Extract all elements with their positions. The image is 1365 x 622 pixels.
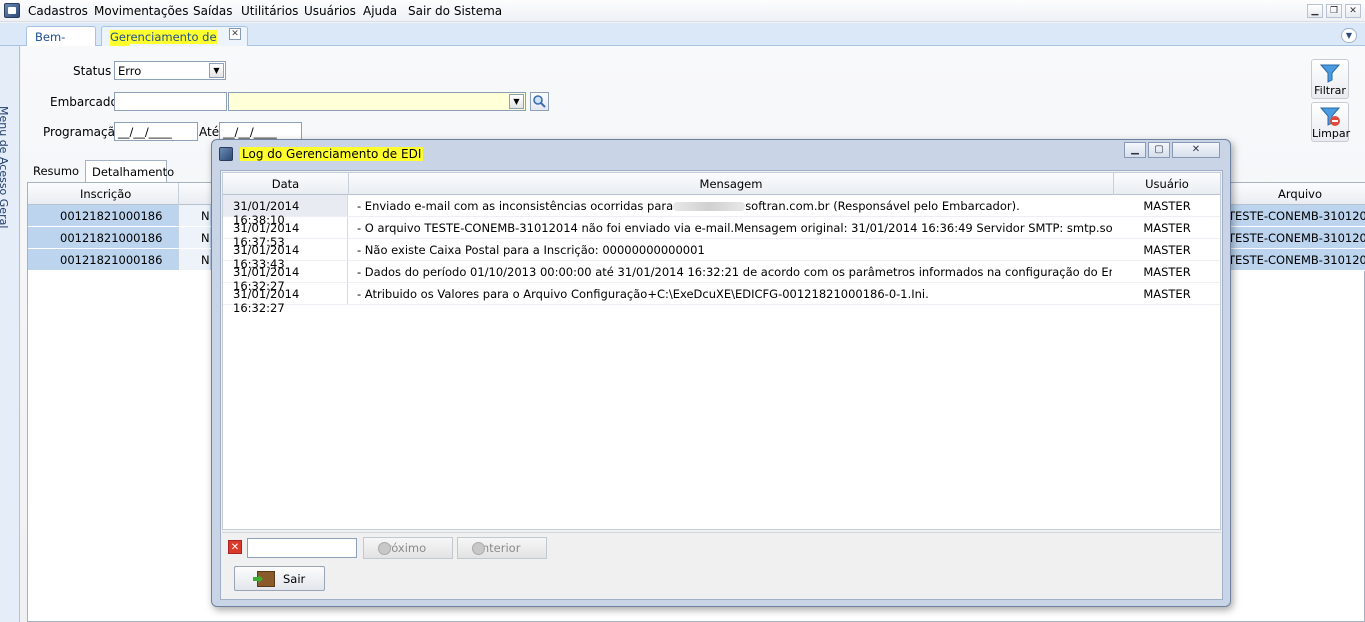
minimize-icon[interactable]: ▁ — [1307, 4, 1323, 18]
cell-inscricao: 00121821000186 — [60, 209, 163, 223]
schedule-label: Programação — [43, 125, 123, 139]
dialog-minimize-icon[interactable]: ▁ — [1124, 142, 1146, 158]
filter-button[interactable]: Filtrar — [1311, 59, 1349, 99]
clear-button-label: Limpar — [1312, 127, 1351, 140]
menu-movimentacoes[interactable]: Movimentações — [94, 4, 188, 18]
cell-inscricao: 00121821000186 — [60, 253, 163, 267]
log-header-usuario[interactable]: Usuário — [1114, 177, 1220, 191]
log-header-data[interactable]: Data — [223, 177, 348, 191]
log-row[interactable]: 31/01/2014 16:37:53 - O arquivo TESTE-CO… — [223, 217, 1220, 249]
log-cell-data: 31/01/2014 16:33:43 — [223, 239, 348, 271]
log-dialog: Log do Gerenciamento de EDI ▁ ▢ ✕ Data M… — [211, 139, 1231, 607]
log-cell-usuario: MASTER — [1143, 243, 1191, 257]
log-cell-mensagem: - Enviado e-mail com as inconsistências … — [357, 199, 1020, 213]
dialog-title: Log do Gerenciamento de EDI — [240, 147, 424, 161]
log-cell-mensagem: - Dados do período 01/10/2013 00:00:00 a… — [357, 265, 1112, 279]
cell-arquivo: TESTE-CONEMB-31012014.t — [1228, 209, 1365, 223]
search-nav-bar: ✕ Próximo Anterior — [222, 532, 1221, 560]
log-header-mensagem[interactable]: Mensagem — [349, 177, 1113, 191]
log-cell-data: 31/01/2014 16:32:27 — [223, 261, 348, 293]
side-menu-panel[interactable]: Menu de Acesso Geral — [0, 46, 20, 622]
log-grid: Data Mensagem Usuário 31/01/2014 16:38:1… — [222, 172, 1221, 530]
tab-bem-vindo[interactable]: Bem-vindo — [26, 26, 96, 58]
dialog-close-icon[interactable]: ✕ — [1172, 142, 1220, 158]
menu-bar: Cadastros Movimentações Saídas Utilitári… — [0, 0, 1365, 22]
menu-sair-do-sistema[interactable]: Sair do Sistema — [408, 4, 502, 18]
tab-strip: Bem-vindo Gerenciamento de EDI — [0, 23, 1365, 58]
exit-door-icon — [257, 571, 275, 587]
log-row[interactable]: 31/01/2014 16:33:43 - Não existe Caixa P… — [223, 239, 1220, 271]
log-cell-usuario: MASTER — [1143, 265, 1191, 279]
exit-button-label: Sair — [283, 572, 306, 586]
cell-col2: NO — [178, 205, 210, 226]
tab-gerenciamento-edi[interactable]: Gerenciamento de EDI — [101, 26, 248, 58]
cell-arquivo: TESTE-CONEMB-31012014.t — [1228, 253, 1365, 267]
menu-ajuda[interactable]: Ajuda — [363, 4, 397, 18]
exit-button[interactable]: Sair — [234, 566, 325, 591]
cell-col2: NO — [178, 227, 210, 248]
redacted-email — [673, 202, 746, 211]
dialog-maximize-icon[interactable]: ▢ — [1148, 142, 1170, 158]
dialog-app-icon — [219, 147, 233, 161]
subtab-detalhamento[interactable]: Detalhamento — [85, 160, 174, 182]
next-button[interactable]: Próximo — [363, 537, 453, 559]
log-cell-mensagem: - O arquivo TESTE-CONEMB-31012014 não fo… — [357, 221, 1112, 235]
shipper-name-select[interactable] — [228, 92, 526, 111]
app-icon[interactable] — [4, 3, 20, 18]
log-cell-data: 31/01/2014 16:32:27 — [223, 283, 348, 315]
side-menu-label: Menu de Acesso Geral — [0, 106, 10, 229]
menu-saidas[interactable]: Saídas — [193, 4, 233, 18]
log-cell-data: 31/01/2014 16:38:10 — [223, 195, 348, 227]
funnel-clear-icon — [1319, 107, 1341, 126]
log-cell-data: 31/01/2014 16:37:53 — [223, 217, 348, 249]
clear-button[interactable]: Limpar — [1311, 102, 1351, 142]
menu-usuarios[interactable]: Usuários — [304, 4, 356, 18]
shipper-dropdown-arrow-icon[interactable]: ▼ — [509, 94, 524, 109]
log-cell-mensagem: - Atribuido os Valores para o Arquivo Co… — [357, 287, 929, 301]
shipper-label: Embarcador — [50, 95, 123, 109]
dialog-body: Data Mensagem Usuário 31/01/2014 16:38:1… — [220, 170, 1223, 600]
menu-utilitarios[interactable]: Utilitários — [241, 4, 298, 18]
cell-inscricao: 00121821000186 — [60, 231, 163, 245]
log-cell-mensagem: - Não existe Caixa Postal para a Inscriç… — [357, 243, 705, 257]
previous-button[interactable]: Anterior — [457, 537, 547, 559]
log-row[interactable]: 31/01/2014 16:32:27 - Dados do período 0… — [223, 261, 1220, 293]
grid-header-arquivo[interactable]: Arquivo — [1278, 187, 1322, 201]
menu-cadastros[interactable]: Cadastros — [28, 4, 88, 18]
grid-header-inscricao[interactable]: Inscrição — [80, 187, 131, 201]
schedule-from-input[interactable]: __/__/____ — [114, 122, 198, 141]
log-search-input[interactable] — [247, 538, 357, 558]
log-grid-header: Data Mensagem Usuário — [223, 173, 1220, 195]
search-icon[interactable] — [530, 92, 549, 111]
cell-arquivo: TESTE-CONEMB-31012014.t — [1228, 231, 1365, 245]
next-arrow-icon — [378, 542, 391, 555]
status-dropdown-arrow-icon[interactable]: ▼ — [209, 63, 224, 78]
cell-col2: NO — [178, 249, 210, 270]
subtab-resumo[interactable]: Resumo — [27, 160, 85, 182]
funnel-icon — [1319, 64, 1341, 83]
shipper-code-input[interactable] — [114, 92, 227, 111]
log-cell-usuario: MASTER — [1143, 287, 1191, 301]
tab-close-icon[interactable]: ✕ — [229, 28, 241, 40]
previous-arrow-icon — [472, 542, 485, 555]
clear-search-icon[interactable]: ✕ — [228, 540, 242, 554]
log-row[interactable]: 31/01/2014 16:32:27 - Atribuido os Valor… — [223, 283, 1220, 315]
log-cell-usuario: MASTER — [1143, 199, 1191, 213]
log-row[interactable]: 31/01/2014 16:38:10 - Enviado e-mail com… — [223, 195, 1220, 227]
restore-icon[interactable]: ❐ — [1326, 4, 1342, 18]
chevron-down-icon[interactable]: ▼ — [1341, 28, 1357, 43]
status-label: Status — [73, 64, 112, 78]
close-icon[interactable]: ✕ — [1345, 4, 1361, 18]
until-label: Até — [199, 125, 220, 139]
log-cell-usuario: MASTER — [1143, 221, 1191, 235]
filter-button-label: Filtrar — [1314, 84, 1346, 97]
